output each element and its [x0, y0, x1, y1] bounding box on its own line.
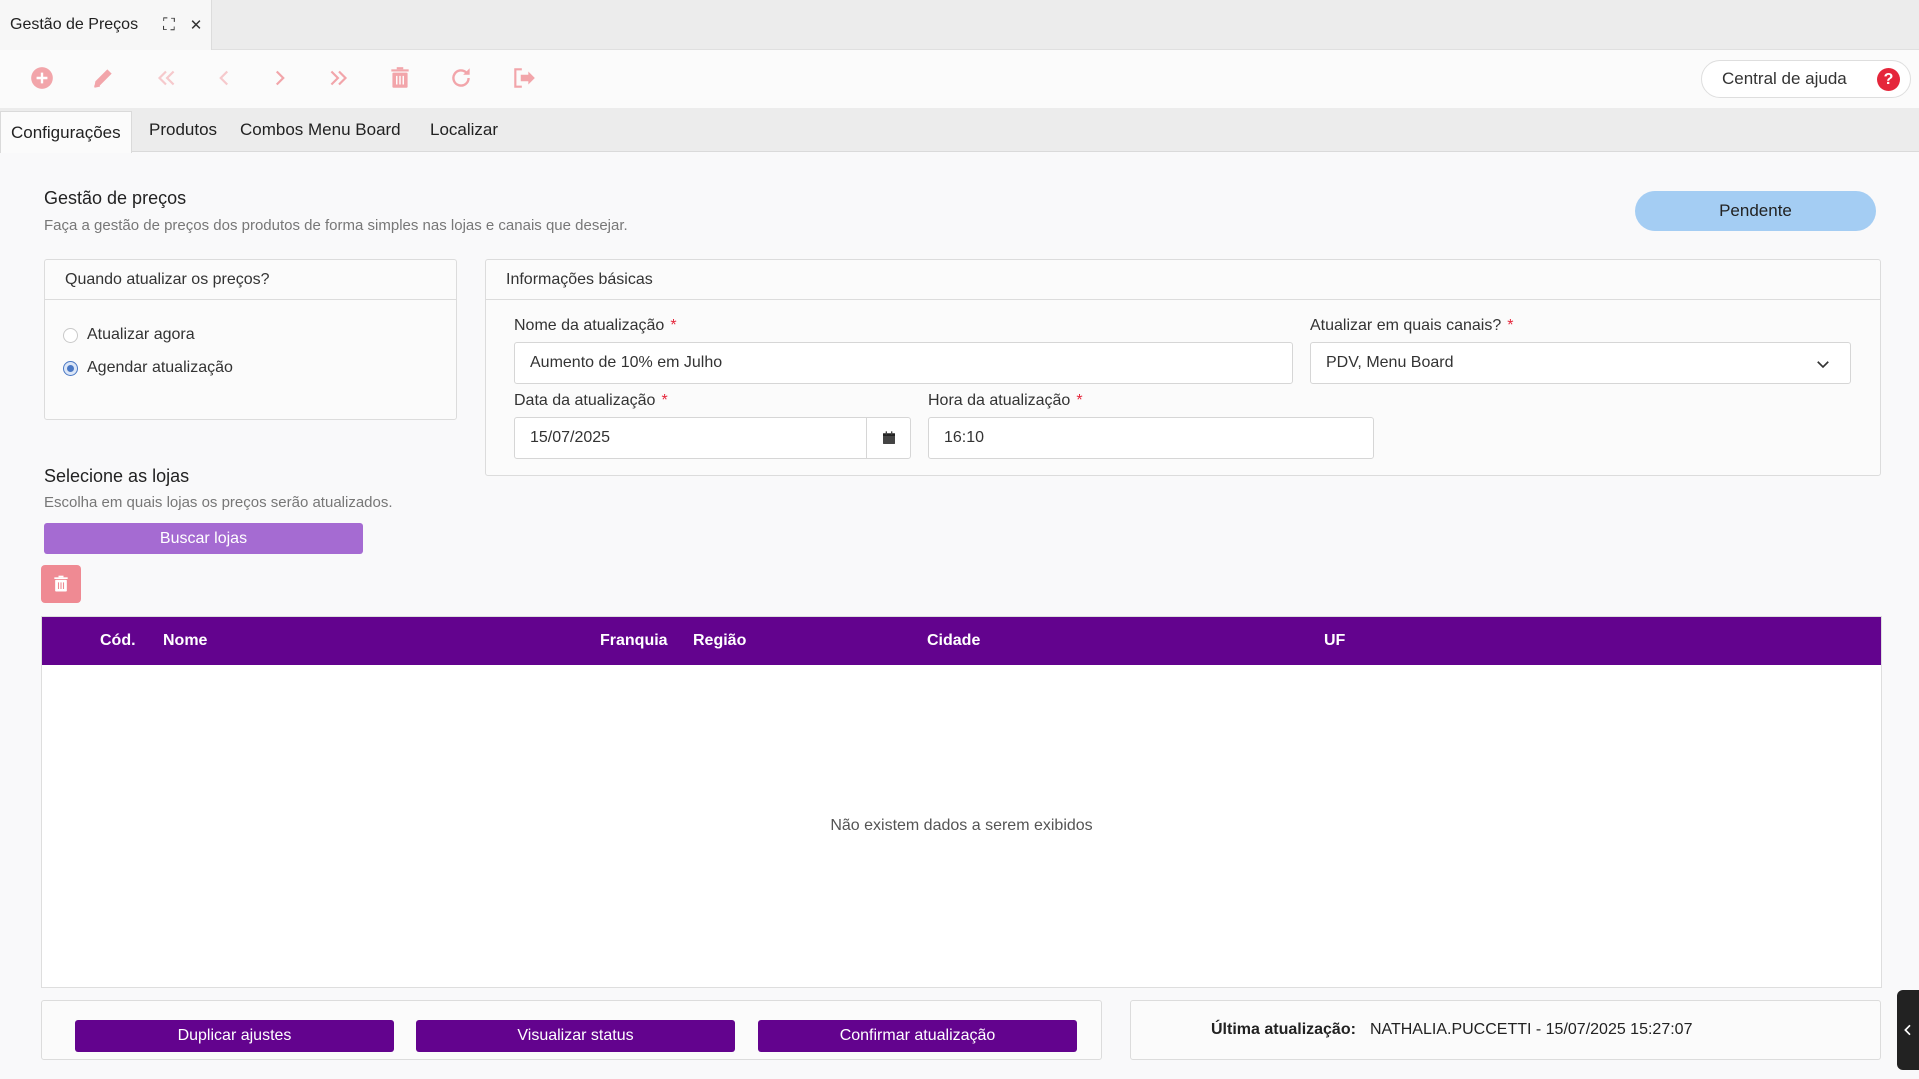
confirm-update-button[interactable]: Confirmar atualização: [758, 1020, 1077, 1052]
stores-subtitle: Escolha em quais lojas os preços serão a…: [44, 494, 393, 511]
stores-title: Selecione as lojas: [44, 466, 190, 486]
update-time-label-text: Hora da atualização: [928, 392, 1071, 409]
update-name-value: Aumento de 10% em Julho: [530, 354, 723, 371]
radio-update-now-circle[interactable]: [63, 327, 78, 343]
calendar-icon[interactable]: [866, 418, 910, 458]
tab-localizar[interactable]: Localizar: [430, 108, 498, 152]
search-stores-button[interactable]: Buscar lojas: [44, 523, 363, 554]
page-title: Gestão de preços: [44, 188, 187, 208]
status-badge: Pendente: [1635, 191, 1876, 231]
pencil-icon[interactable]: [88, 63, 118, 93]
basic-info-card: Informações básicas Nome da atualização *…: [485, 259, 1881, 476]
trash-icon: [54, 575, 68, 592]
update-time-input[interactable]: 16:10: [928, 417, 1374, 459]
update-name-label: Nome da atualização *: [514, 317, 677, 335]
update-date-value: 15/07/2025: [530, 429, 611, 446]
chevron-left-icon: [1904, 1024, 1911, 1036]
when-update-card: Quando atualizar os preços? Atualizar ag…: [44, 259, 457, 420]
update-name-label-text: Nome da atualização: [514, 317, 665, 334]
radio-schedule-update-label: Agendar atualização: [87, 359, 233, 376]
window-tab-title: Gestão de Preços: [10, 16, 139, 33]
tab-produtos[interactable]: Produtos: [149, 108, 217, 152]
basic-info-card-title: Informações básicas: [486, 260, 1880, 300]
column-header-name[interactable]: Nome: [163, 617, 207, 665]
radio-update-now-label: Atualizar agora: [87, 326, 195, 343]
last-update-info: Última atualização: NATHALIA.PUCCETTI - …: [1211, 1001, 1692, 1059]
required-mark: *: [670, 317, 677, 334]
chevron-down-icon: [1814, 355, 1832, 373]
stores-table: Cód. Nome Franquia Região Cidade UF Não …: [41, 616, 1882, 988]
nav-tabs: Configurações Produtos Combos Menu Board…: [0, 108, 1919, 153]
view-status-button[interactable]: Visualizar status: [416, 1020, 735, 1052]
channels-label-text: Atualizar em quais canais?: [1310, 317, 1502, 334]
column-header-code[interactable]: Cód.: [100, 617, 136, 665]
required-mark: *: [661, 392, 668, 409]
refresh-icon[interactable]: [446, 63, 476, 93]
add-circle-icon[interactable]: [27, 63, 57, 93]
update-date-input[interactable]: 15/07/2025: [514, 417, 911, 459]
radio-schedule-update[interactable]: Agendar atualização: [63, 359, 233, 377]
expand-icon[interactable]: ⛶: [158, 14, 180, 36]
previous-icon[interactable]: [209, 63, 239, 93]
update-date-label: Data da atualização *: [514, 392, 668, 410]
last-update-value: NATHALIA.PUCCETTI - 15/07/2025 15:27:07: [1369, 1021, 1693, 1038]
side-panel-toggle[interactable]: [1897, 990, 1919, 1070]
column-header-franchise[interactable]: Franquia: [600, 617, 668, 665]
next-icon[interactable]: [265, 63, 295, 93]
logout-icon[interactable]: [509, 63, 539, 93]
column-header-region[interactable]: Região: [693, 617, 746, 665]
delete-stores-button[interactable]: [41, 565, 81, 603]
radio-schedule-update-circle[interactable]: [63, 360, 78, 376]
required-mark: *: [1507, 317, 1514, 334]
update-time-value: 16:10: [944, 429, 985, 446]
first-page-icon[interactable]: [151, 63, 181, 93]
close-icon[interactable]: ✕: [185, 14, 207, 36]
page-subtitle: Faça a gestão de preços dos produtos de …: [44, 217, 628, 234]
update-time-label: Hora da atualização *: [928, 392, 1083, 410]
last-update-label: Última atualização:: [1211, 1021, 1356, 1038]
toolbar: Central de ajuda ?: [0, 50, 1919, 108]
footer-actions: Duplicar ajustes Visualizar status Confi…: [41, 1000, 1102, 1060]
empty-table-message: Não existem dados a serem exibidos: [830, 817, 1093, 834]
update-name-input[interactable]: Aumento de 10% em Julho: [514, 342, 1293, 384]
window-tab-bar: Gestão de Preços ⛶ ✕: [0, 0, 1919, 50]
update-date-label-text: Data da atualização: [514, 392, 656, 409]
trash-icon[interactable]: [385, 63, 415, 93]
column-header-city[interactable]: Cidade: [927, 617, 980, 665]
channels-select[interactable]: PDV, Menu Board: [1310, 342, 1851, 384]
radio-update-now[interactable]: Atualizar agora: [63, 326, 195, 344]
channels-value: PDV, Menu Board: [1326, 354, 1454, 371]
channels-label: Atualizar em quais canais? *: [1310, 317, 1513, 335]
help-center-label: Central de ajuda: [1722, 69, 1847, 88]
help-center-button[interactable]: Central de ajuda ?: [1701, 60, 1911, 98]
window-tab[interactable]: Gestão de Preços ⛶ ✕: [0, 0, 212, 50]
column-header-state[interactable]: UF: [1324, 617, 1345, 665]
duplicate-settings-button[interactable]: Duplicar ajustes: [75, 1020, 394, 1052]
tab-configuracoes[interactable]: Configurações: [0, 111, 132, 153]
required-mark: *: [1076, 392, 1083, 409]
help-icon: ?: [1877, 68, 1900, 91]
stores-table-header: Cód. Nome Franquia Região Cidade UF: [42, 617, 1881, 665]
last-update-card: Última atualização: NATHALIA.PUCCETTI - …: [1130, 1000, 1881, 1060]
when-update-card-title: Quando atualizar os preços?: [45, 260, 456, 300]
last-page-icon[interactable]: [324, 63, 354, 93]
tab-combos-menu-board[interactable]: Combos Menu Board: [240, 108, 401, 152]
